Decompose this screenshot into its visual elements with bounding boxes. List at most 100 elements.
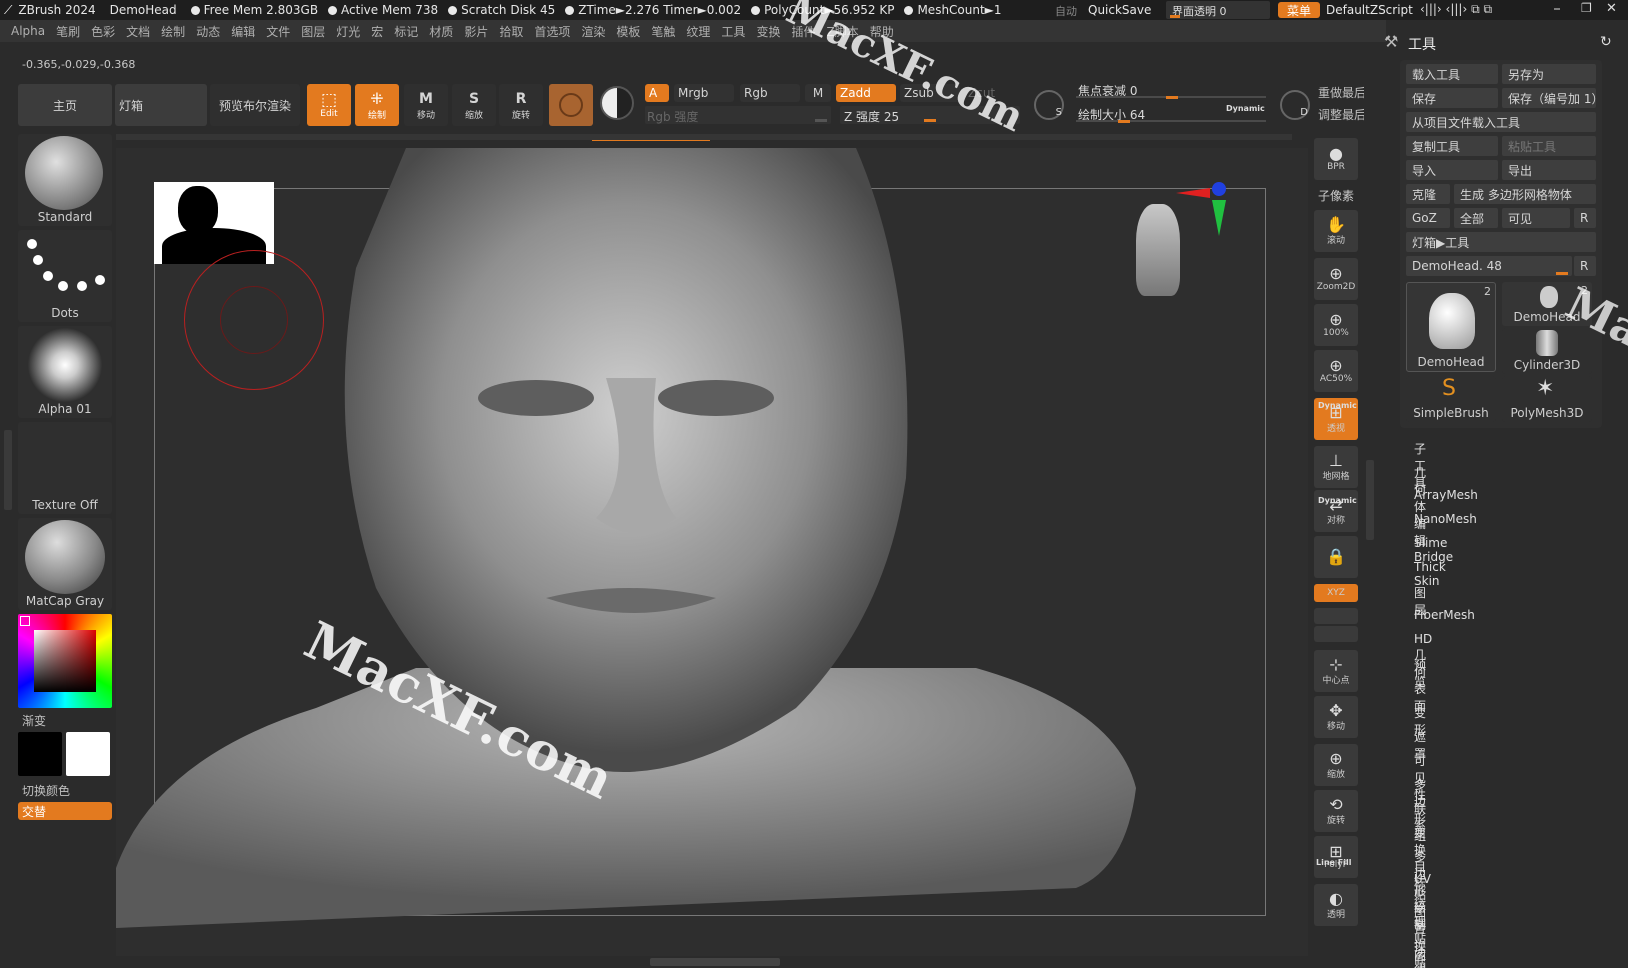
transparency-slider[interactable]: 界面透明 0 [1166,1,1270,19]
vtool-0[interactable]: ● BPR [1314,138,1358,180]
subpalette-7[interactable]: FiberMesh [1414,608,1475,622]
save-button[interactable]: 保存 [1406,88,1498,108]
vtool-10[interactable]: XYZ [1314,584,1358,602]
switch-color-button[interactable]: 切换颜色 [22,782,70,799]
tool-thumb-demohead-active[interactable]: 2 DemoHead [1406,282,1496,372]
vtool-11[interactable] [1314,608,1358,624]
vtool-5[interactable]: ⊕ AC50% [1314,350,1358,392]
lightbox-button[interactable]: 灯箱 [115,84,207,126]
menu-20[interactable]: 工具 [721,23,745,40]
subpalette-3[interactable]: NanoMesh [1414,512,1477,526]
menu-14[interactable]: 拾取 [499,23,523,40]
make-polymesh-button[interactable]: 生成 多边形网格物体 [1454,184,1596,204]
menu-10[interactable]: 宏 [371,23,383,40]
redo-last-button[interactable]: 重做最后 [1318,84,1364,101]
clone-button[interactable]: 克隆 [1406,184,1450,204]
m-toggle[interactable]: M [805,84,831,102]
vtool-12[interactable] [1314,626,1358,642]
vtool-1[interactable]: 子像素 [1314,186,1358,204]
save-increment-button[interactable]: 保存（编号加 1） [1502,88,1596,108]
quicksave-button[interactable]: QuickSave [1088,3,1151,17]
layout-icons[interactable]: ‹|||› ‹|||› ⧉ ⧉ [1420,2,1492,17]
canvas-bottom-handle[interactable] [650,958,780,966]
d-size-icon[interactable]: D [1280,90,1310,120]
alpha-selector[interactable]: Alpha 01 [18,326,112,418]
mrgb-toggle[interactable]: Mrgb [674,84,734,102]
bpr-preview-button[interactable]: 预览布尔渲染 [210,84,300,126]
vtool-3[interactable]: ⊕ Zoom2D [1314,258,1358,300]
focal-shift-slider[interactable]: 焦点衰减 0 [1076,80,1272,100]
close-icon[interactable]: ✕ [1606,1,1617,16]
rgb-toggle[interactable]: Rgb [740,84,800,102]
goz-all-button[interactable]: 全部 [1454,208,1498,228]
edit-button[interactable]: ⬚ Edit [307,84,351,126]
rgb-intensity-slider[interactable]: Rgb 强度 [645,106,831,124]
menu-1[interactable]: 笔刷 [56,23,80,40]
vtool-7[interactable]: ⊥ 地网格 [1314,446,1358,488]
vtool-2[interactable]: ✋ 滚动 [1314,210,1358,252]
tool-thumb-polymesh3d[interactable]: ✶ PolyMesh3D [1502,376,1592,422]
menu-17[interactable]: 模板 [616,23,640,40]
vtool-18[interactable]: ◐ 透明 [1314,884,1358,926]
right-collapse-handle[interactable] [1366,460,1374,540]
adjust-last-button[interactable]: 调整最后 [1318,106,1364,123]
load-from-project-button[interactable]: 从项目文件载入工具 [1406,112,1596,132]
vtool-13[interactable]: ⊹ 中心点 [1314,650,1358,692]
menu-16[interactable]: 渲染 [581,23,605,40]
yin-yang-icon[interactable] [600,86,634,120]
demohead-slider[interactable]: DemoHead. 48 [1406,256,1572,276]
goz-visible-button[interactable]: 可见 [1502,208,1570,228]
import-button[interactable]: 导入 [1406,160,1498,180]
lightbox-tool-button[interactable]: 灯箱▶工具 [1406,232,1596,252]
menu-9[interactable]: 灯光 [336,23,360,40]
refresh-icon[interactable]: ↻ [1600,34,1612,50]
menu-8[interactable]: 图层 [301,23,325,40]
subpalette-2[interactable]: ArrayMesh [1414,488,1478,502]
texture-selector[interactable]: Texture Off [18,422,112,514]
restore-icon[interactable]: ❐ [1581,1,1592,15]
menu-5[interactable]: 动态 [196,23,220,40]
load-tool-button[interactable]: 载入工具 [1406,64,1498,84]
draw-size-slider[interactable]: 绘制大小 64 Dynamic [1076,104,1272,124]
menu-button[interactable]: 菜单 [1278,2,1320,18]
menu-15[interactable]: 首选项 [534,23,570,40]
a-toggle[interactable]: A [645,84,669,102]
vtool-4[interactable]: ⊕ 100% [1314,304,1358,346]
stroke-selector[interactable]: Dots [18,230,112,322]
secondary-color-swatch[interactable] [66,732,110,776]
s-size-icon[interactable]: S [1034,90,1064,120]
left-collapse-handle[interactable] [4,430,12,510]
vtool-9[interactable]: 🔒 [1314,536,1358,578]
goz-r-button[interactable]: R [1574,208,1596,228]
viewport-canvas[interactable] [116,148,1308,956]
vtool-15[interactable]: ⊕ 缩放 [1314,744,1358,786]
alternate-button[interactable]: 交替 [18,802,112,820]
menu-3[interactable]: 文档 [126,23,150,40]
draw-button[interactable]: ⁜ 绘制 [355,84,399,126]
menu-21[interactable]: 变换 [756,23,780,40]
vtool-17[interactable]: ⊞ PolyF [1314,836,1358,878]
material-selector[interactable]: MatCap Gray [18,518,112,610]
menu-12[interactable]: 材质 [429,23,453,40]
goz-button[interactable]: GoZ [1406,208,1450,228]
menu-13[interactable]: 影片 [464,23,488,40]
zadd-toggle[interactable]: Zadd [836,84,896,102]
vtool-16[interactable]: ⟲ 旋转 [1314,790,1358,832]
home-button[interactable]: 主页 [18,84,112,126]
demohead-r-button[interactable]: R [1574,256,1596,276]
menu-18[interactable]: 笔触 [651,23,675,40]
menu-7[interactable]: 文件 [266,23,290,40]
save-as-button[interactable]: 另存为 [1502,64,1596,84]
brush-selector[interactable]: Standard [18,134,112,226]
scale-button[interactable]: S 缩放 [452,84,496,126]
menu-0[interactable]: Alpha [11,24,45,38]
minimize-icon[interactable]: ⎯ [1554,1,1560,16]
tool-thumb-simplebrush[interactable]: S SimpleBrush [1406,376,1496,422]
navigation-head-icon[interactable] [1136,204,1180,296]
rotate-button[interactable]: R 旋转 [499,84,543,126]
paste-tool-button[interactable]: 粘贴工具 [1502,136,1596,156]
menu-19[interactable]: 纹理 [686,23,710,40]
material-sphere-icon[interactable] [549,84,593,126]
axis-gizmo-icon[interactable] [1176,182,1226,242]
export-button[interactable]: 导出 [1502,160,1596,180]
